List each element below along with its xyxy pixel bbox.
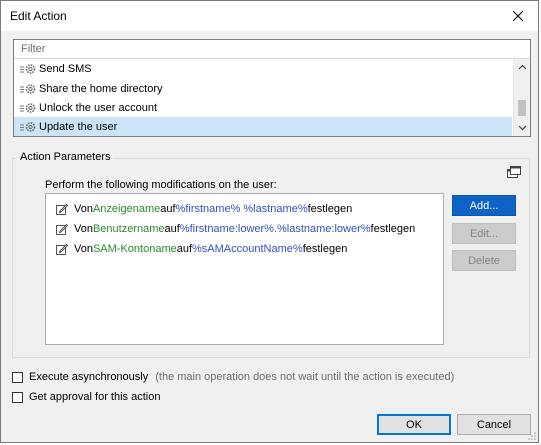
modification-prefix: Von — [74, 243, 93, 255]
action-item-label: Update the user — [39, 121, 118, 133]
action-item-label: Unlock the user account — [39, 102, 158, 114]
cancel-button[interactable]: Cancel — [457, 414, 531, 435]
modification-connector: auf — [164, 223, 180, 235]
chevron-up-icon — [518, 64, 526, 70]
filter-input[interactable] — [14, 40, 530, 59]
action-list-box: Send SMS Share the home directory Unlock… — [13, 39, 531, 137]
execute-async-checkbox[interactable] — [12, 371, 23, 383]
action-parameters-title: Action Parameters — [17, 151, 114, 163]
delete-button[interactable]: Delete — [452, 250, 516, 271]
modification-row-sam-account-name[interactable]: Von SAM-Kontoname auf %sAMAccountName% f… — [56, 240, 347, 258]
modification-attribute: Anzeigename — [92, 203, 161, 215]
modification-suffix: festlegen — [302, 243, 348, 255]
gear-icon — [20, 84, 36, 94]
parameters-window-icon[interactable] — [507, 166, 521, 178]
ok-button[interactable]: OK — [377, 414, 451, 435]
modification-attribute: SAM-Kontoname — [92, 243, 177, 255]
action-item-label: Share the home directory — [39, 83, 163, 95]
edit-icon — [56, 203, 68, 215]
modification-suffix: festlegen — [307, 203, 353, 215]
action-list: Send SMS Share the home directory Unlock… — [14, 59, 512, 136]
edit-icon — [56, 243, 68, 255]
action-item-send-sms[interactable]: Send SMS — [14, 59, 512, 79]
chevron-down-icon — [518, 125, 526, 131]
action-item-share-home-directory[interactable]: Share the home directory — [14, 79, 512, 99]
modification-connector: auf — [160, 203, 176, 215]
add-button[interactable]: Add... — [452, 195, 516, 216]
perform-modifications-label: Perform the following modifications on t… — [45, 179, 277, 191]
execute-async-option[interactable]: Execute asynchronously (the main operati… — [12, 371, 454, 383]
execute-async-label: Execute asynchronously — [29, 371, 149, 383]
get-approval-checkbox[interactable] — [12, 391, 23, 403]
gear-icon — [20, 103, 36, 113]
close-button[interactable] — [498, 1, 538, 31]
edit-icon — [56, 223, 68, 235]
modification-value: %sAMAccountName% — [192, 243, 303, 255]
action-list-scrollbar[interactable] — [513, 59, 530, 136]
gear-icon — [20, 122, 36, 132]
modification-value: %firstname% %lastname% — [175, 203, 308, 215]
action-item-update-user[interactable]: Update the user — [14, 117, 512, 136]
scroll-up-button[interactable] — [514, 59, 530, 75]
execute-async-hint: (the main operation does not wait until … — [155, 371, 455, 383]
modification-row-display-name[interactable]: Von Anzeigename auf %firstname% %lastnam… — [56, 200, 352, 218]
get-approval-label: Get approval for this action — [29, 391, 161, 403]
gear-icon — [20, 64, 36, 74]
modification-prefix: Von — [74, 223, 93, 235]
close-icon — [512, 10, 524, 22]
title-bar: Edit Action — [1, 1, 538, 31]
scroll-down-button[interactable] — [514, 120, 530, 136]
modification-suffix: festlegen — [370, 223, 416, 235]
modification-attribute: Benutzername — [92, 223, 165, 235]
modification-value: %firstname:lower%.%lastname:lower% — [179, 223, 371, 235]
action-item-label: Send SMS — [39, 63, 92, 75]
scroll-thumb[interactable] — [518, 100, 526, 116]
resize-grip-icon[interactable] — [528, 432, 536, 440]
edit-button[interactable]: Edit... — [452, 223, 516, 244]
modification-row-username[interactable]: Von Benutzername auf %firstname:lower%.%… — [56, 220, 415, 238]
modification-prefix: Von — [74, 203, 93, 215]
dialog-title: Edit Action — [10, 9, 67, 23]
edit-action-dialog: Edit Action Send SMS Share the home dire… — [0, 0, 539, 443]
modifications-list: Von Anzeigename auf %firstname% %lastnam… — [45, 193, 444, 345]
get-approval-option[interactable]: Get approval for this action — [12, 391, 160, 403]
modification-connector: auf — [176, 243, 193, 255]
action-item-unlock-user-account[interactable]: Unlock the user account — [14, 98, 512, 118]
